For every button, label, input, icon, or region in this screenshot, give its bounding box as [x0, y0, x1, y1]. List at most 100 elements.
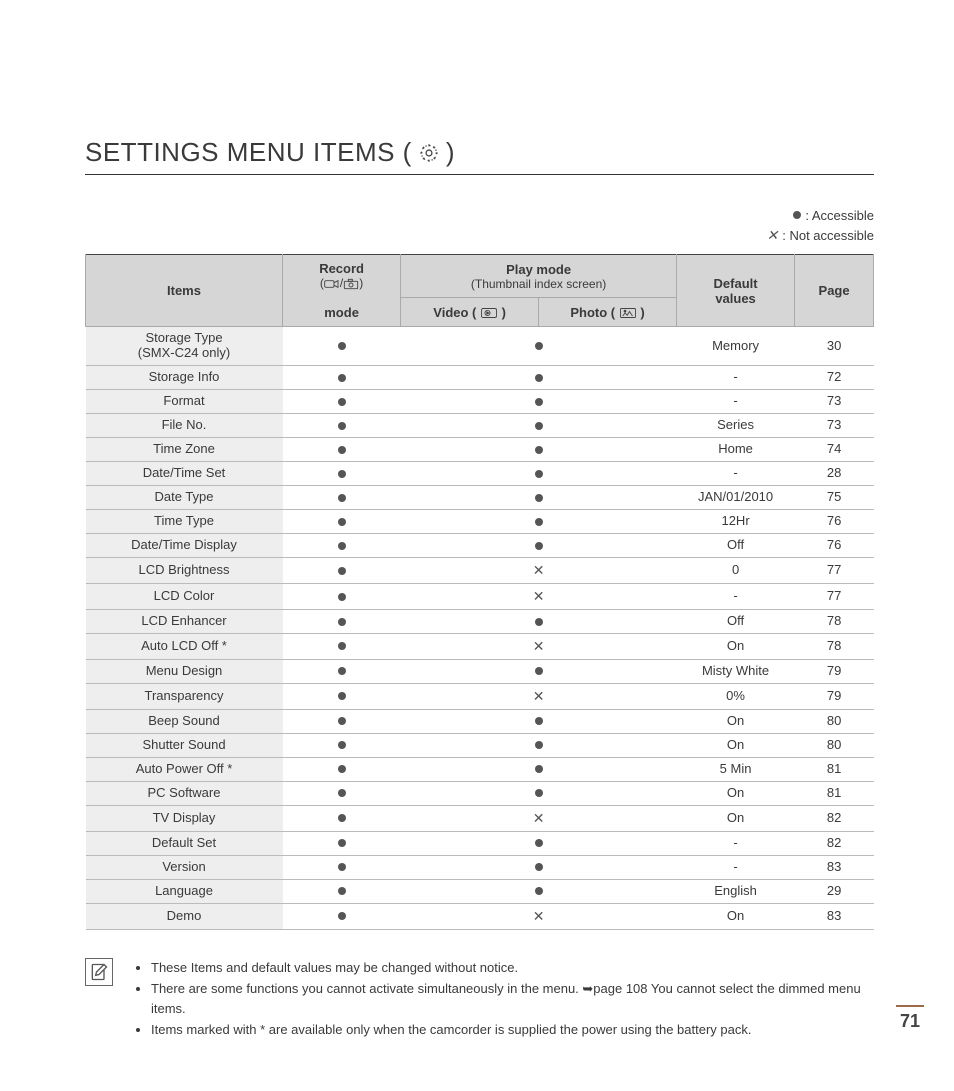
cell-item: TV Display	[86, 805, 283, 831]
page-title: SETTINGS MENU ITEMS ( )	[85, 137, 874, 175]
table-row: Time ZoneHome74	[86, 438, 874, 462]
cell-record	[283, 633, 401, 659]
table-row: TV Display✕On82	[86, 805, 874, 831]
table-row: Date/Time Set-28	[86, 462, 874, 486]
table-row: Shutter SoundOn80	[86, 733, 874, 757]
dot-icon	[793, 211, 801, 219]
cell-item: Date/Time Set	[86, 462, 283, 486]
cell-item: Time Type	[86, 510, 283, 534]
cell-item: Menu Design	[86, 659, 283, 683]
dot-icon	[535, 789, 543, 797]
cell-item: Default Set	[86, 831, 283, 855]
cell-play: ✕	[401, 683, 677, 709]
cell-default: -	[676, 855, 794, 879]
cell-item: Demo	[86, 903, 283, 929]
table-row: LCD Color✕-77	[86, 583, 874, 609]
cell-page: 79	[795, 659, 874, 683]
dot-icon	[535, 618, 543, 626]
table-row: Auto Power Off *5 Min81	[86, 757, 874, 781]
dot-icon	[338, 839, 346, 847]
cell-record	[283, 390, 401, 414]
cell-page: 79	[795, 683, 874, 709]
note-item: Items marked with * are available only w…	[151, 1020, 874, 1040]
dot-icon	[338, 863, 346, 871]
settings-table: Items Record (/) mode Play mode (Thumbna…	[85, 254, 874, 930]
dot-icon	[338, 887, 346, 895]
dot-icon	[338, 814, 346, 822]
cell-play	[401, 733, 677, 757]
cell-default: -	[676, 462, 794, 486]
dot-icon	[338, 470, 346, 478]
cell-play	[401, 510, 677, 534]
dot-icon	[338, 422, 346, 430]
cell-play	[401, 534, 677, 558]
cell-record	[283, 903, 401, 929]
cell-default: Off	[676, 534, 794, 558]
camcorder-icon	[324, 278, 340, 290]
dot-icon	[535, 494, 543, 502]
cell-record	[283, 583, 401, 609]
cell-item: LCD Brightness	[86, 558, 283, 584]
cell-default: 12Hr	[676, 510, 794, 534]
cell-page: 83	[795, 855, 874, 879]
cell-default: On	[676, 903, 794, 929]
note-icon	[85, 958, 113, 986]
cell-page: 80	[795, 733, 874, 757]
cell-record	[283, 733, 401, 757]
cell-item: Transparency	[86, 683, 283, 709]
cell-default: On	[676, 781, 794, 805]
cell-play: ✕	[401, 805, 677, 831]
cell-default: Series	[676, 414, 794, 438]
cell-item: Format	[86, 390, 283, 414]
th-page: Page	[795, 255, 874, 327]
cell-record	[283, 855, 401, 879]
cell-play	[401, 855, 677, 879]
dot-icon	[338, 789, 346, 797]
dot-icon	[535, 863, 543, 871]
cell-item: LCD Enhancer	[86, 609, 283, 633]
cell-default: -	[676, 390, 794, 414]
cell-record	[283, 366, 401, 390]
dot-icon	[338, 398, 346, 406]
dot-icon	[338, 667, 346, 675]
th-record: Record (/) mode	[283, 255, 401, 327]
cell-default: 5 Min	[676, 757, 794, 781]
cell-default: Off	[676, 609, 794, 633]
gear-icon	[418, 142, 440, 164]
cell-item: Beep Sound	[86, 709, 283, 733]
dot-icon	[338, 542, 346, 550]
cell-record	[283, 781, 401, 805]
dot-icon	[535, 542, 543, 550]
cell-record	[283, 659, 401, 683]
cell-item: Time Zone	[86, 438, 283, 462]
cell-page: 77	[795, 558, 874, 584]
cell-play	[401, 659, 677, 683]
dot-icon	[535, 765, 543, 773]
th-default: Defaultvalues	[676, 255, 794, 327]
cell-record	[283, 879, 401, 903]
cell-item: Date/Time Display	[86, 534, 283, 558]
cell-page: 29	[795, 879, 874, 903]
cell-item: Auto Power Off *	[86, 757, 283, 781]
cell-play	[401, 879, 677, 903]
table-row: PC SoftwareOn81	[86, 781, 874, 805]
cell-item: Date Type	[86, 486, 283, 510]
cell-default: On	[676, 805, 794, 831]
cross-icon: ✕	[533, 688, 545, 704]
cross-icon: ✕	[533, 908, 545, 924]
cell-record	[283, 414, 401, 438]
dot-icon	[338, 374, 346, 382]
dot-icon	[338, 741, 346, 749]
table-row: Storage Type(SMX-C24 only)Memory30	[86, 327, 874, 366]
dot-icon	[535, 446, 543, 454]
legend-accessible: : Accessible	[805, 206, 874, 226]
cell-play	[401, 390, 677, 414]
dot-icon	[535, 518, 543, 526]
photo-thumb-icon	[619, 307, 637, 319]
cell-default: Memory	[676, 327, 794, 366]
cell-page: 78	[795, 609, 874, 633]
table-row: LanguageEnglish29	[86, 879, 874, 903]
table-row: Auto LCD Off *✕On78	[86, 633, 874, 659]
dot-icon	[535, 398, 543, 406]
dot-icon	[535, 887, 543, 895]
